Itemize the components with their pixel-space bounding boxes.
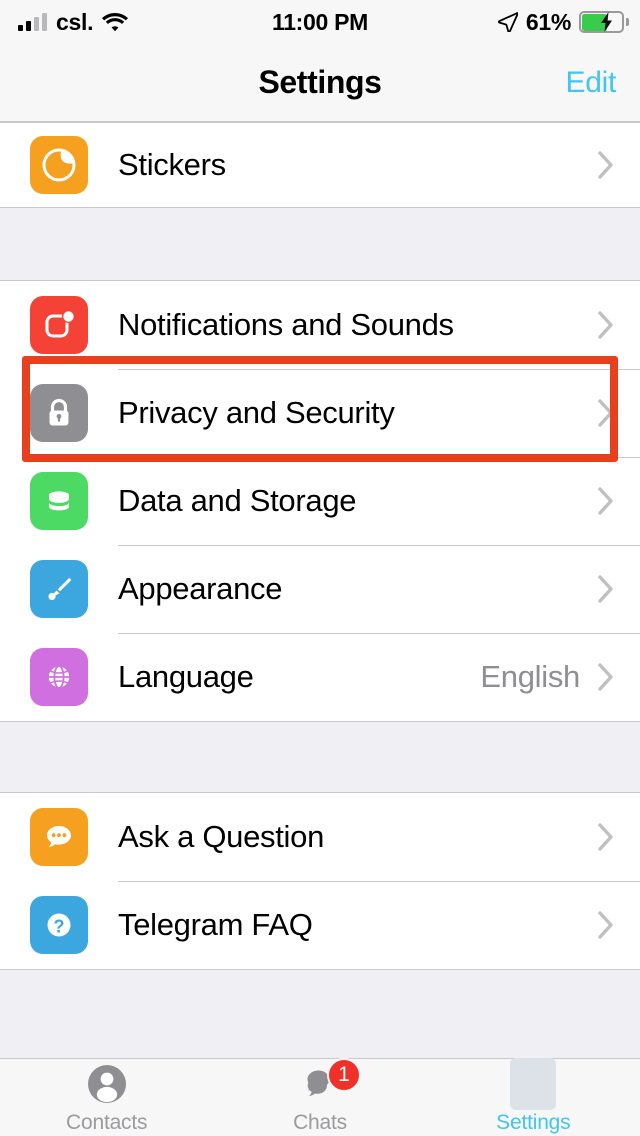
chevron-right-icon (598, 911, 614, 939)
page-title: Settings (258, 64, 382, 100)
settings-row-privacy-and-security[interactable]: Privacy and Security (0, 369, 640, 457)
tab-bar: Contacts 1 Chats Settings (0, 1057, 640, 1136)
person-icon (84, 1061, 130, 1107)
location-arrow-icon (497, 12, 519, 33)
clock-label: 11:00 PM (271, 8, 369, 35)
chats-badge: 1 (326, 1057, 361, 1092)
settings-row-label: Ask a Question (118, 819, 325, 854)
tab-label: Chats (293, 1110, 347, 1134)
tab-label: Contacts (66, 1110, 148, 1134)
settings-row-value: English (480, 659, 580, 694)
settings-row-data-and-storage[interactable]: Data and Storage (0, 457, 640, 545)
chevron-right-icon (598, 311, 614, 339)
settings-row-stickers[interactable]: Stickers (0, 123, 640, 207)
edit-button[interactable]: Edit (566, 66, 617, 100)
settings-row-label: Notifications and Sounds (118, 307, 454, 342)
tab-settings[interactable]: Settings (427, 1057, 640, 1136)
settings-group-main: Notifications and Sounds Privacy and Sec… (0, 280, 640, 722)
chevron-right-icon (598, 151, 614, 179)
database-icon (30, 472, 88, 530)
chevron-right-icon (598, 399, 614, 427)
tab-label: Settings (496, 1110, 571, 1134)
settings-row-language[interactable]: Language English (0, 633, 640, 721)
chat-bubbles-icon: 1 (297, 1057, 361, 1107)
status-bar: csl. 11:00 PM 61% (0, 0, 640, 44)
settings-row-appearance[interactable]: Appearance (0, 545, 640, 633)
settings-group-help: Ask a Question ? Telegram FAQ (0, 792, 640, 970)
chevron-right-icon (598, 575, 614, 603)
settings-row-telegram-faq[interactable]: ? Telegram FAQ (0, 881, 640, 969)
chevron-right-icon (598, 487, 614, 515)
tab-chats[interactable]: 1 Chats (213, 1057, 426, 1136)
settings-list[interactable]: Stickers Notifications and Sounds Privac… (0, 122, 640, 1058)
chevron-right-icon (598, 663, 614, 691)
tab-contacts[interactable]: Contacts (0, 1059, 213, 1136)
settings-row-label: Privacy and Security (118, 395, 395, 430)
notifications-icon (30, 296, 88, 354)
status-bar-right: 61% (497, 0, 629, 44)
settings-row-label: Data and Storage (118, 483, 357, 518)
settings-row-label: Language (118, 659, 254, 694)
svg-text:?: ? (54, 917, 65, 937)
chat-bubble-icon (30, 808, 88, 866)
navigation-bar: Settings Edit (0, 44, 640, 122)
settings-row-notifications-and-sounds[interactable]: Notifications and Sounds (0, 281, 640, 369)
settings-group-media: Stickers (0, 122, 640, 208)
battery-percent-label: 61% (525, 8, 571, 35)
settings-row-label: Appearance (118, 571, 283, 606)
battery-charging-icon (579, 11, 629, 33)
settings-row-label: Telegram FAQ (118, 907, 313, 942)
section-gap (0, 208, 640, 280)
settings-placeholder-icon (510, 1057, 557, 1110)
stickers-icon (30, 136, 88, 194)
paintbrush-icon (30, 560, 88, 618)
chevron-right-icon (598, 823, 614, 851)
phone-screen: csl. 11:00 PM 61% Settings Edit Stickers… (0, 0, 640, 1136)
question-mark-icon: ? (30, 896, 88, 954)
lock-icon (30, 384, 88, 442)
settings-row-ask-a-question[interactable]: Ask a Question (0, 793, 640, 881)
settings-row-label: Stickers (118, 147, 226, 182)
section-gap (0, 722, 640, 792)
globe-icon (30, 648, 88, 706)
